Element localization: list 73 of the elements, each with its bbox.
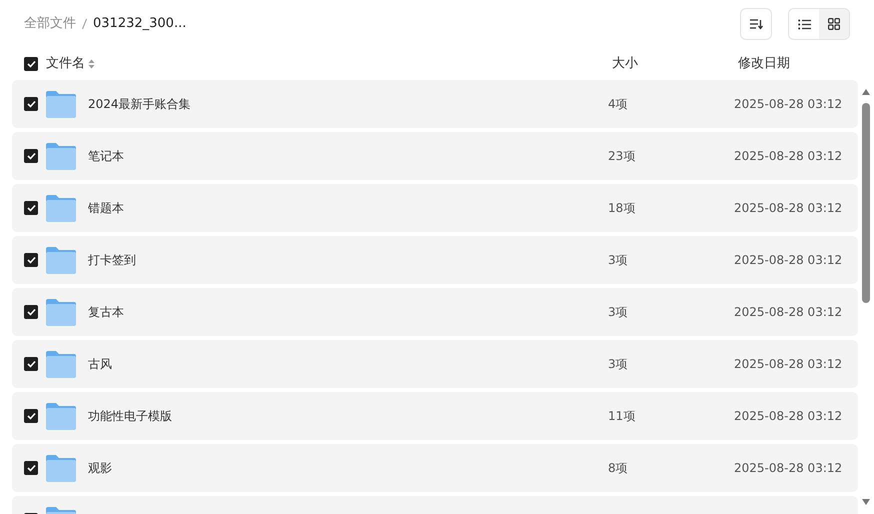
file-row[interactable]: 复古本 3项 2025-08-28 03:12	[12, 288, 858, 336]
folder-icon	[46, 402, 76, 430]
column-header[interactable]: 文件名	[46, 54, 85, 74]
folder-icon	[46, 194, 76, 222]
check-icon	[26, 100, 36, 108]
item-count: 3项	[608, 356, 629, 373]
scrollbar-thumb[interactable]	[862, 103, 870, 303]
checkbox[interactable]	[24, 357, 38, 371]
file-name: 观影	[87, 460, 113, 477]
item-count: 11项	[608, 408, 636, 425]
file-name: 功能性电子模版	[87, 408, 173, 425]
item-count: 4项	[608, 96, 629, 113]
grid-view-button[interactable]	[819, 9, 849, 39]
breadcrumb-separator-icon	[82, 18, 87, 30]
folder-icon	[46, 350, 76, 378]
column-header[interactable]: 大小	[612, 56, 638, 72]
file-name: 笔记本	[87, 148, 125, 165]
file-row[interactable]: 错题本 18项 2025-08-28 03:12	[12, 184, 858, 232]
checkbox[interactable]	[24, 461, 38, 475]
modified-date: 2025-08-28 03:12	[734, 460, 844, 477]
modified-date: 2025-08-28 03:12	[734, 252, 844, 269]
modified-date: 2025-08-28 03:12	[734, 200, 844, 217]
file-row[interactable]: 笔记本 23项 2025-08-28 03:12	[12, 132, 858, 180]
sort-arrows-icon[interactable]	[88, 59, 95, 69]
sort-icon	[749, 18, 763, 30]
check-icon	[26, 152, 36, 160]
file-row[interactable]: 打卡签到 3项 2025-08-28 03:12	[12, 236, 858, 284]
file-name: 错题本	[87, 200, 125, 217]
checkbox[interactable]	[24, 201, 38, 215]
sort-button[interactable]	[740, 8, 772, 40]
folder-icon	[46, 246, 76, 274]
modified-date: 2025-08-28 03:12	[734, 148, 844, 165]
file-row[interactable]: 观影 8项 2025-08-28 03:12	[12, 444, 858, 492]
item-count: 18项	[608, 200, 636, 217]
file-row[interactable]: 古风 3项 2025-08-28 03:12	[12, 340, 858, 388]
column-header[interactable]: 修改日期	[738, 56, 790, 72]
file-row[interactable]: 功能性电子模版 11项 2025-08-28 03:12	[12, 392, 858, 440]
checkbox[interactable]	[24, 149, 38, 163]
check-icon	[26, 412, 36, 420]
grid-view-icon	[828, 18, 840, 30]
modified-date: 2025-08-28 03:12	[734, 96, 844, 113]
list-view-icon	[798, 18, 810, 30]
file-name: 打卡签到	[87, 252, 137, 269]
check-icon	[26, 464, 36, 472]
check-icon	[26, 256, 36, 264]
checkbox[interactable]	[24, 253, 38, 267]
modified-date: 2025-08-28 03:12	[734, 356, 844, 373]
folder-icon	[46, 454, 76, 482]
check-icon	[26, 308, 36, 316]
file-row[interactable]: 2024最新手账合集 4项 2025-08-28 03:12	[12, 80, 858, 128]
breadcrumb-current[interactable]: 031232_300...	[93, 14, 186, 34]
check-icon	[26, 60, 36, 68]
checkbox[interactable]	[24, 57, 38, 71]
item-count: 8项	[608, 460, 629, 477]
scroll-up-icon[interactable]	[861, 88, 871, 96]
breadcrumb-link[interactable]: 全部文件	[24, 14, 76, 34]
modified-date: 2025-08-28 03:12	[734, 304, 844, 321]
item-count: 3项	[608, 252, 629, 269]
checkbox[interactable]	[24, 305, 38, 319]
file-name: 复古本	[87, 304, 125, 321]
modified-date: 2025-08-28 03:12	[734, 408, 844, 425]
folder-icon	[46, 298, 76, 326]
file-name: 2024最新手账合集	[87, 96, 192, 113]
folder-icon	[46, 90, 76, 118]
item-count: 3项	[608, 304, 629, 321]
folder-icon	[46, 142, 76, 170]
check-icon	[26, 360, 36, 368]
check-icon	[26, 204, 36, 212]
checkbox[interactable]	[24, 409, 38, 423]
file-name: 古风	[87, 356, 113, 373]
checkbox[interactable]	[24, 97, 38, 111]
item-count: 23项	[608, 148, 636, 165]
scroll-down-icon[interactable]	[861, 498, 871, 506]
